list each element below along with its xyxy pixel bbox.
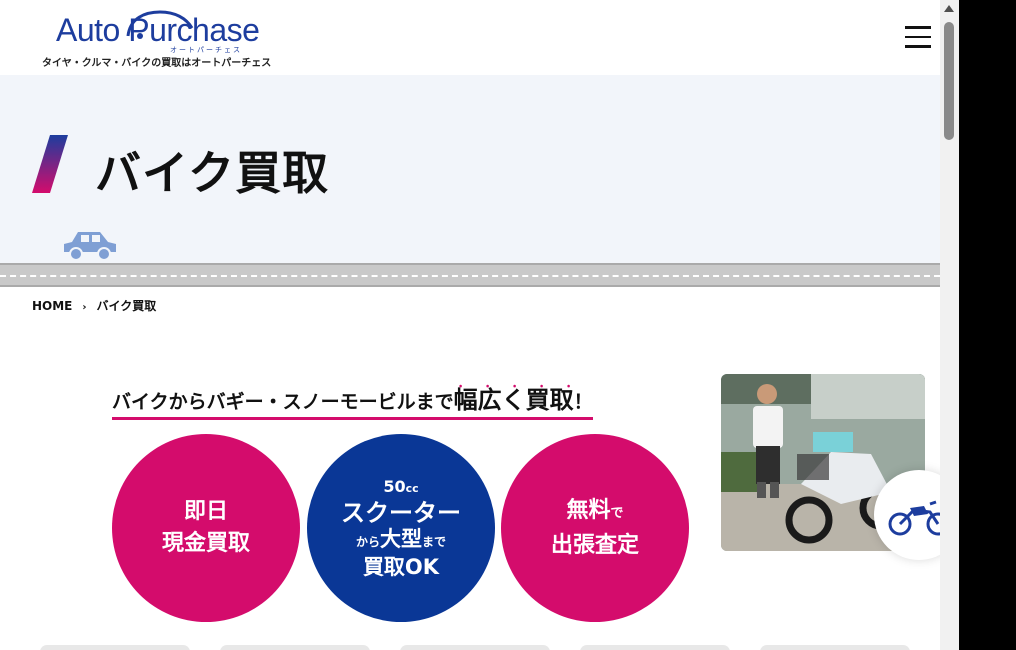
tab-peek[interactable] [580,645,730,650]
page-scrollbar[interactable] [940,0,959,650]
breadcrumb-home-link[interactable]: HOME [32,299,72,313]
headline-emphasis: ・・・・・ 幅広く買取 [454,382,574,414]
slash-stripe-icon [32,135,68,193]
headline-lead: バイクからバギー・スノーモービルまで [112,391,454,413]
tab-peek[interactable] [40,645,190,650]
scroll-up-arrow-icon[interactable] [944,5,954,12]
logo-text: Auto Purchase [56,12,260,48]
hero-banner: バイク買取 [0,75,940,263]
headline: バイクからバギー・スノーモービルまで ・・・・・ 幅広く買取！ [112,380,593,420]
tab-peek[interactable] [760,645,910,650]
headline-exclamation: ！ [573,391,593,413]
site-header: Auto Purchase オートパーチェス タイヤ・クルマ・バイクの買取はオー… [0,0,940,75]
breadcrumb: HOME › バイク買取 [32,297,156,314]
feature-circle-free-appraisal: 無料で 出張査定 [501,434,689,622]
car-icon [64,232,116,261]
breadcrumb-current: バイク買取 [96,299,157,313]
site-logo[interactable]: Auto Purchase オートパーチェス タイヤ・クルマ・バイクの買取はオー… [40,8,280,70]
tab-peek[interactable] [400,645,550,650]
motorcycle-icon [888,500,940,536]
road-decoration [0,263,940,287]
page-title: バイク買取 [95,146,330,200]
hamburger-icon[interactable] [905,26,931,48]
chevron-right-icon: › [82,302,87,313]
scrollbar-thumb[interactable] [944,22,954,140]
emphasis-dots: ・・・・・ [455,382,591,393]
logo-tagline: タイヤ・クルマ・バイクの買取はオートパーチェス [42,58,272,69]
feature-circle-instant-cash: 即日 現金買取 [112,434,300,622]
feature-circle-scooter-to-large: 50cc スクーター から大型まで 買取OK [307,434,495,622]
tab-peek[interactable] [220,645,370,650]
page: Auto Purchase オートパーチェス タイヤ・クルマ・バイクの買取はオー… [0,0,940,650]
